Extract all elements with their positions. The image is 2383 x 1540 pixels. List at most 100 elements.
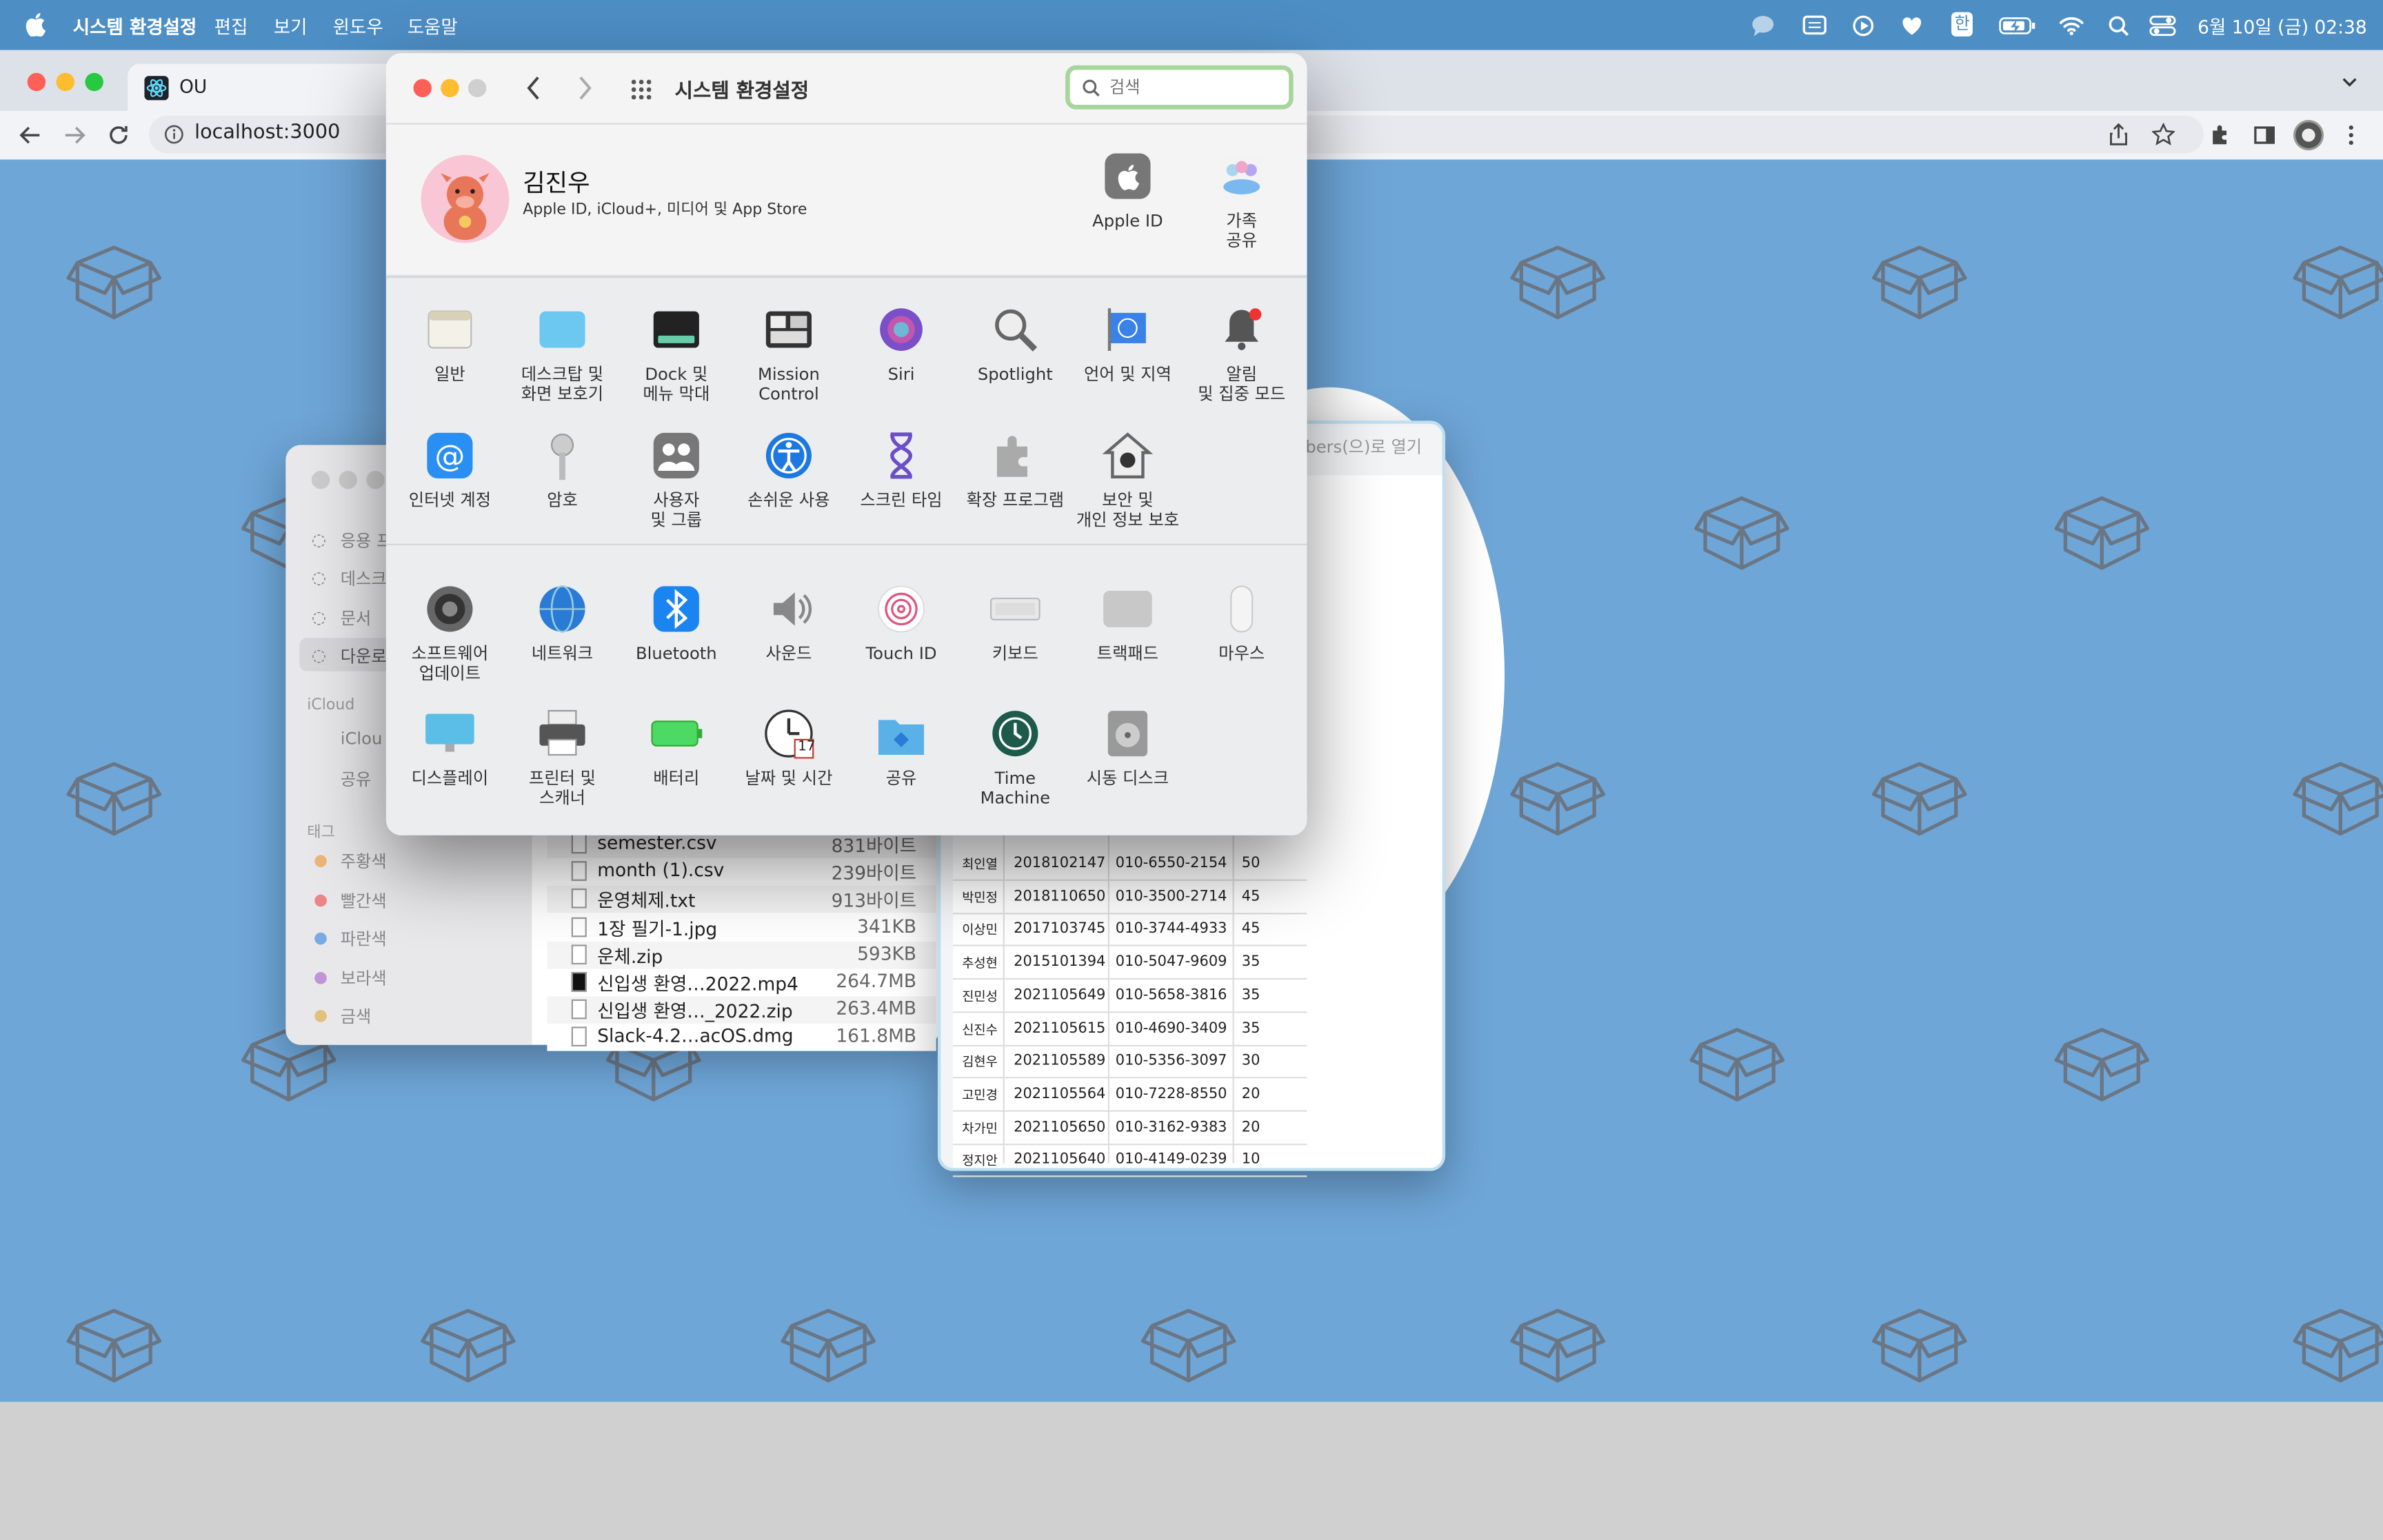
menu-window[interactable]: 윈도우 [333,14,383,39]
finder-sidebar-desktop-folder-icon[interactable]: ◌ [312,568,326,588]
pane-users-groups[interactable]: 사용자 및 그룹 [620,428,732,530]
menu-edit[interactable]: 편집 [214,14,248,39]
pane-notifications[interactable]: 알림 및 집중 모드 [1185,302,1298,404]
file-row[interactable]: 1장 필기-1.jpg 341KB [547,913,936,942]
sysprefs-close-button[interactable] [413,79,432,98]
input-source-indicator[interactable]: 한 [1951,12,1973,37]
finder-zoom-button[interactable] [366,470,385,489]
menu-clock[interactable]: 6월 10일 (금) 02:38 [2198,14,2367,39]
finder-tag-item[interactable]: 빨간색 [341,888,387,912]
file-row[interactable]: 운영체제.txt 913바이트 [547,886,936,913]
pane-sharing[interactable]: 공유 [845,706,957,789]
finder-sidebar-item[interactable]: 다운로 [341,644,387,668]
pane-display[interactable]: 디스플레이 [394,706,506,789]
side-panel-icon[interactable] [2252,123,2276,147]
menu-view[interactable]: 보기 [274,14,308,39]
finder-tag-item[interactable]: 주황색 [341,849,387,873]
pane-passwords[interactable]: 암호 [506,428,619,511]
user-name[interactable]: 김진우 [523,163,590,199]
pane-spotlight[interactable]: Spotlight [959,302,1072,385]
pane-time-machine[interactable]: Time Machine [959,706,1072,808]
file-row[interactable]: Slack-4.2…acOS.dmg 161.8MB [547,1024,936,1052]
finder-tag-item[interactable]: 보라색 [341,965,387,989]
control-center-icon[interactable] [2149,12,2177,40]
user-avatar[interactable] [421,154,510,243]
open-with-button[interactable]: bers(으)로 열기 [1305,434,1422,458]
profile-avatar[interactable] [2293,120,2324,151]
show-all-grid-icon[interactable] [629,77,653,101]
finder-sidebar-apps-icon[interactable]: ◌ [312,530,326,550]
pane-bluetooth[interactable]: Bluetooth [620,582,732,665]
calendar-status-icon[interactable] [1802,12,1827,40]
battery-status-icon[interactable] [1998,12,2038,40]
pane-apple-id[interactable]: Apple ID [1072,149,1184,232]
pane-language[interactable]: 언어 및 지역 [1072,302,1184,385]
messages-icon[interactable] [1749,12,1777,40]
browser-zoom-button[interactable] [85,72,103,92]
pane-family-sharing[interactable]: 가족 공유 [1185,149,1298,251]
share-icon[interactable] [2108,123,2129,145]
pane-general[interactable]: 일반 [394,302,506,385]
finder-minimize-button[interactable] [339,470,357,489]
pane-battery[interactable]: 배터리 [620,706,732,789]
file-row[interactable]: 신입생 환영…_2022.zip 263.4MB [547,996,936,1024]
pane-security[interactable]: 보안 및 개인 정보 보호 [1072,428,1184,530]
pane-printer[interactable]: 프린터 및 스캐너 [506,706,619,808]
sysprefs-minimize-button[interactable] [441,79,459,98]
pane-accessibility[interactable]: 손쉬운 사용 [732,428,845,511]
finder-sidebar-item[interactable]: 데스크 [341,567,387,591]
finder-close-button[interactable] [311,470,330,489]
finder-tag-item[interactable]: 금색 [341,1004,372,1028]
pane-sound[interactable]: 사운드 [732,582,845,665]
search-field[interactable] [1065,65,1294,110]
more-menu-icon[interactable] [2344,123,2359,147]
bookmark-star-icon[interactable] [2152,123,2175,145]
finder-sidebar-icloud-item[interactable]: iClou [341,729,383,749]
pane-label-line: Mission [757,364,820,385]
pane-touch-id[interactable]: Touch ID [845,582,957,665]
finder-sidebar-icloud-item[interactable]: 공유 [341,767,372,791]
heart-icon[interactable] [1900,12,1924,40]
finder-sidebar-item[interactable]: 문서 [341,606,372,630]
info-icon[interactable] [164,125,184,145]
pane-desktop[interactable]: 데스크탑 및 화면 보호기 [506,302,619,404]
back-chevron-icon[interactable] [524,74,542,102]
sysprefs-zoom-button[interactable] [467,79,487,98]
pane-network[interactable]: 네트워크 [506,582,619,665]
file-row[interactable]: month (1).csv 239바이트 [547,858,936,886]
back-icon[interactable] [18,123,42,147]
pane-extensions[interactable]: 확장 프로그램 [959,428,1072,511]
pane-mouse[interactable]: 마우스 [1185,582,1298,665]
finder-sidebar-documents-icon[interactable]: ◌ [312,607,326,627]
spotlight-search-icon[interactable] [2107,12,2131,40]
browser-minimize-button[interactable] [56,72,75,92]
forward-chevron-icon[interactable] [576,74,594,102]
pane-startup-disk[interactable]: 시동 디스크 [1072,706,1184,789]
pane-date-time[interactable]: 17 날짜 및 시간 [732,706,845,789]
finder-sidebar-item[interactable]: 응용 프 [341,529,392,553]
finder-tag-item[interactable]: 파란색 [341,926,387,951]
pane-siri[interactable]: Siri [845,302,957,385]
tab-list-chevron-icon[interactable] [2340,74,2358,90]
play-icon[interactable] [1851,12,1876,40]
browser-close-button[interactable] [27,72,46,92]
file-row[interactable]: 운체.zip 593KB [547,941,936,969]
pane-keyboard[interactable]: 키보드 [959,582,1072,665]
file-name: month (1).csv [597,860,725,882]
finder-sidebar-downloads-icon[interactable]: ◌ [312,645,326,665]
menu-app-name[interactable]: 시스템 환경설정 [73,14,197,39]
apple-menu-icon[interactable] [24,12,46,37]
reload-icon[interactable] [106,123,130,147]
wifi-icon[interactable] [2058,12,2085,40]
file-row[interactable]: 신입생 환영…2022.mp4 264.7MB [547,969,936,997]
pane-software-update[interactable]: 소프트웨어 업데이트 [394,582,506,684]
pane-dock[interactable]: Dock 및 메뉴 막대 [620,302,732,404]
forward-icon[interactable] [62,123,86,147]
menu-help[interactable]: 도움말 [408,14,458,39]
pane-internet-accounts[interactable]: @ 인터넷 계정 [394,428,506,511]
search-input[interactable] [1109,74,1277,101]
extensions-puzzle-icon[interactable] [2209,123,2233,147]
pane-mission-control[interactable]: Mission Control [732,302,845,404]
pane-screen-time[interactable]: 스크린 타임 [845,428,957,511]
pane-trackpad[interactable]: 트랙패드 [1072,582,1184,665]
